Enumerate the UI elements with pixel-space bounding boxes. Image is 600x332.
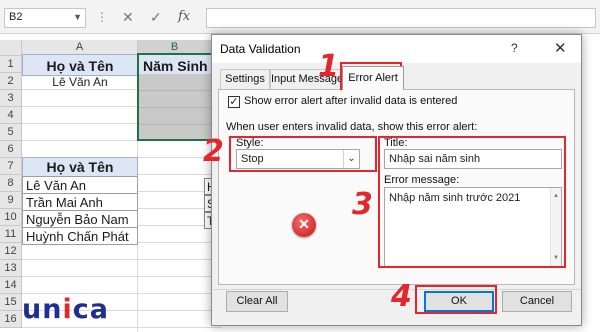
clear-all-button[interactable]: Clear All — [226, 291, 288, 312]
help-icon[interactable]: ? — [511, 41, 518, 55]
dialog-titlebar: Data Validation ? ✕ — [212, 35, 581, 63]
logo-letter: i — [62, 294, 73, 325]
table-row[interactable]: Huỳnh Chấn Phát — [22, 227, 138, 245]
row-header[interactable]: 7 — [0, 158, 22, 175]
highlight-title-message — [378, 136, 566, 268]
name-box-value: B2 — [9, 11, 23, 23]
tab-error-alert[interactable]: Error Alert — [342, 66, 404, 90]
cancel-entry-icon[interactable]: ✕ — [122, 9, 134, 26]
formula-bar: B2 ▼ ⋮ ✕ ✓ fx — [0, 0, 600, 34]
cell-a2[interactable]: Lê Văn An — [22, 74, 138, 91]
row-header[interactable]: 11 — [0, 226, 22, 243]
header-cell-name[interactable]: Họ và Tên — [22, 54, 138, 76]
name-box[interactable]: B2 ▼ — [4, 8, 86, 28]
table-row[interactable]: Lê Văn An — [22, 176, 138, 194]
row-header[interactable]: 8 — [0, 175, 22, 192]
more-options-icon: ⋮ — [96, 10, 109, 24]
cancel-button[interactable]: Cancel — [502, 291, 572, 312]
row-header[interactable]: 15 — [0, 294, 22, 311]
logo-letter: n — [42, 294, 63, 325]
table-row[interactable]: Trần Mai Anh — [22, 193, 138, 211]
annotation-number-2: 2 — [203, 134, 224, 169]
logo-letter: ca — [72, 294, 109, 325]
insert-function-icon[interactable]: fx — [178, 9, 190, 24]
row-header[interactable]: 3 — [0, 90, 22, 107]
row-header[interactable]: 2 — [0, 73, 22, 90]
row-header[interactable]: 16 — [0, 311, 22, 328]
row-header[interactable]: 1 — [0, 56, 22, 73]
show-alert-label[interactable]: Show error alert after invalid data is e… — [244, 95, 457, 107]
row-header[interactable]: 6 — [0, 141, 22, 158]
highlight-style-field — [229, 136, 377, 172]
row-header[interactable]: 5 — [0, 124, 22, 141]
dialog-title: Data Validation — [220, 42, 301, 56]
annotation-number-4: 4 — [391, 279, 412, 314]
unica-logo: unica — [22, 294, 109, 325]
row-header[interactable]: 14 — [0, 277, 22, 294]
row-header[interactable]: 4 — [0, 107, 22, 124]
row-header[interactable]: 9 — [0, 192, 22, 209]
select-all-corner[interactable] — [0, 40, 22, 56]
row-header[interactable]: 12 — [0, 243, 22, 260]
show-alert-checkbox[interactable]: ✓ — [228, 96, 240, 108]
tab-settings[interactable]: Settings — [220, 69, 270, 89]
annotation-number-1: 1 — [318, 49, 339, 84]
row-header[interactable]: 10 — [0, 209, 22, 226]
annotation-number-3: 3 — [352, 187, 373, 222]
close-icon[interactable]: ✕ — [554, 39, 567, 57]
logo-letter: u — [22, 294, 43, 325]
instruction-text: When user enters invalid data, show this… — [226, 121, 478, 133]
header-cell-name-2[interactable]: Họ và Tên — [22, 157, 138, 177]
chevron-down-icon[interactable]: ▼ — [73, 12, 82, 22]
confirm-entry-icon[interactable]: ✓ — [150, 9, 162, 26]
stop-error-icon: ✕ — [292, 213, 316, 237]
formula-input[interactable] — [206, 8, 596, 28]
selection-range — [137, 53, 213, 141]
highlight-ok-button — [415, 285, 497, 314]
row-header[interactable]: 13 — [0, 260, 22, 277]
table-row[interactable]: Nguyễn Bảo Nam — [22, 210, 138, 228]
